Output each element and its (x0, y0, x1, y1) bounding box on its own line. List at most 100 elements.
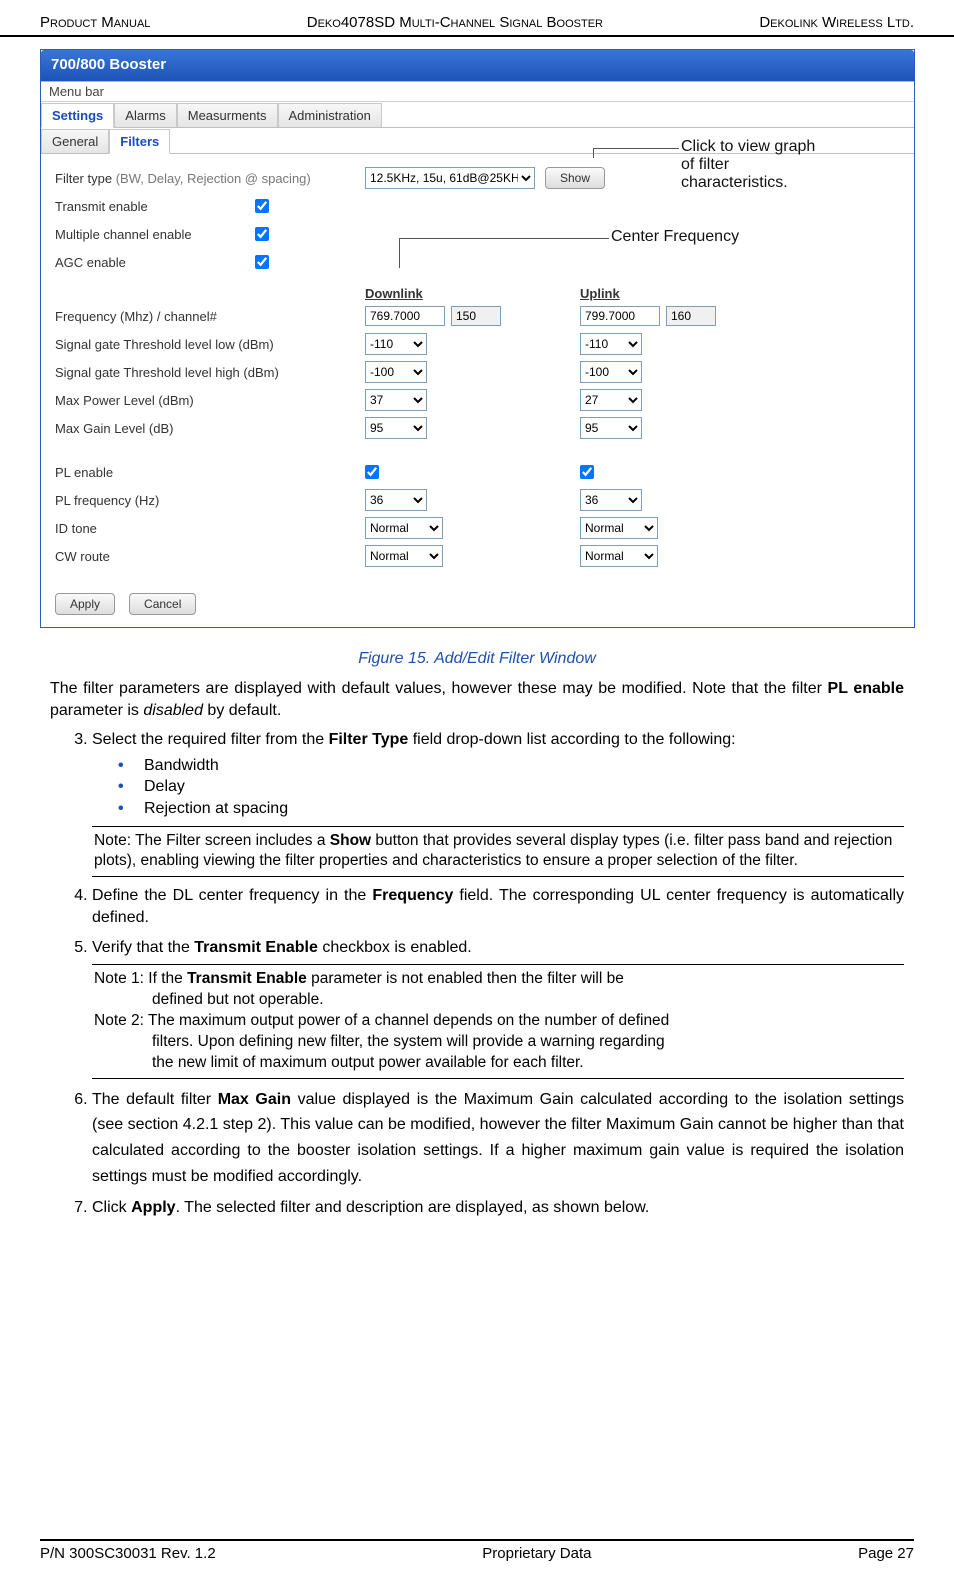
step-5: Verify that the Transmit Enable checkbox… (92, 937, 904, 1079)
page-footer: P/N 300SC30031 Rev. 1.2 Proprietary Data… (40, 1539, 914, 1562)
footer-left: P/N 300SC30031 Rev. 1.2 (40, 1545, 216, 1562)
hdr-left: Product Manual (40, 14, 150, 31)
dl-id-tone-select[interactable]: Normal (365, 517, 443, 539)
tab-measurements[interactable]: Measurments (177, 103, 278, 127)
agc-enable-checkbox[interactable] (255, 255, 269, 269)
max-power-row: Max Power Level (dBm) 37 27 (55, 387, 900, 413)
para1e: by default. (203, 702, 281, 719)
ul-sig-low-select[interactable]: -110 (580, 333, 642, 355)
step3b: Filter Type (329, 731, 409, 748)
n2l1a: Note 1: If the (94, 970, 187, 987)
max-power-label: Max Power Level (dBm) (55, 393, 365, 408)
apply-button[interactable]: Apply (55, 593, 115, 615)
ul-max-gain-select[interactable]: 95 (580, 417, 642, 439)
ul-sig-high-select[interactable]: -100 (580, 361, 642, 383)
bullets: Bandwidth Delay Rejection at spacing (118, 755, 904, 820)
steps-list: Select the required filter from the Filt… (92, 729, 904, 1219)
para1d: disabled (143, 702, 203, 719)
step-6: The default filter Max Gain value displa… (92, 1087, 904, 1189)
ul-pl-enable-checkbox[interactable] (580, 465, 594, 479)
bullet-rejection: Rejection at spacing (118, 798, 904, 820)
n2l1c: parameter is not enabled then the filter… (307, 970, 624, 987)
dl-sig-high-select[interactable]: -100 (365, 361, 427, 383)
sig-high-row: Signal gate Threshold level high (dBm) -… (55, 359, 900, 385)
column-headers: Downlink Uplink (55, 286, 900, 301)
callout-show-line (593, 148, 679, 149)
step4a: Define the DL center frequency in the (92, 887, 372, 904)
dl-cw-route-select[interactable]: Normal (365, 545, 443, 567)
dl-max-power-select[interactable]: 37 (365, 389, 427, 411)
n2l2c: the new limit of maximum output power av… (94, 1053, 902, 1074)
dl-channel-input[interactable] (451, 306, 501, 326)
n2l1d: defined but not operable. (94, 990, 902, 1011)
frequency-label: Frequency (Mhz) / channel# (55, 309, 365, 324)
pl-enable-label: PL enable (55, 465, 365, 480)
ul-id-tone-select[interactable]: Normal (580, 517, 658, 539)
para1a: The filter parameters are displayed with… (50, 680, 828, 697)
para1c: parameter is (50, 702, 143, 719)
step4b: Frequency (372, 887, 453, 904)
subtab-filters[interactable]: Filters (109, 129, 170, 154)
ul-channel-input[interactable] (666, 306, 716, 326)
dl-pl-enable-checkbox[interactable] (365, 465, 379, 479)
callout-show-tick (593, 148, 594, 158)
transmit-enable-checkbox[interactable] (255, 199, 269, 213)
step3a: Select the required filter from the (92, 731, 329, 748)
show-button[interactable]: Show (545, 167, 605, 189)
subtab-general[interactable]: General (41, 129, 109, 153)
tab-alarms[interactable]: Alarms (114, 103, 176, 127)
filter-type-label: Filter type (BW, Delay, Rejection @ spac… (55, 171, 365, 186)
bullet-bandwidth: Bandwidth (118, 755, 904, 777)
step6b: Max Gain (218, 1091, 291, 1108)
sig-low-label: Signal gate Threshold level low (dBm) (55, 337, 365, 352)
main-tabs: Settings Alarms Measurments Administrati… (41, 102, 914, 128)
callout-show-line1: Click to view graph (681, 138, 911, 156)
figure-caption: Figure 15. Add/Edit Filter Window (0, 650, 954, 668)
callout-center-freq: Center Frequency (611, 228, 739, 246)
filter-type-select[interactable]: 12.5KHz, 15u, 61dB@25KHz (365, 167, 535, 189)
footer-right: Page 27 (858, 1545, 914, 1562)
page-header: Product Manual Deko4078SD Multi-Channel … (0, 0, 954, 37)
note1a: Note: The Filter screen includes a (94, 832, 330, 849)
transmit-enable-label: Transmit enable (55, 199, 255, 214)
callout-cf-line (399, 238, 609, 239)
cw-route-label: CW route (55, 549, 365, 564)
transmit-enable-row: Transmit enable (55, 194, 900, 218)
footer-center: Proprietary Data (482, 1545, 591, 1562)
filter-form: Filter type (BW, Delay, Rejection @ spac… (41, 154, 914, 583)
ul-max-power-select[interactable]: 27 (580, 389, 642, 411)
dl-frequency-input[interactable] (365, 306, 445, 326)
step6a: The default filter (92, 1091, 218, 1108)
step5c: checkbox is enabled. (318, 939, 472, 956)
note-show: Note: The Filter screen includes a Show … (92, 826, 904, 878)
hdr-right: Dekolink Wireless Ltd. (759, 14, 914, 31)
tab-administration[interactable]: Administration (278, 103, 382, 127)
cancel-button[interactable]: Cancel (129, 593, 196, 615)
dl-sig-low-select[interactable]: -110 (365, 333, 427, 355)
dl-pl-freq-select[interactable]: 36 (365, 489, 427, 511)
callout-show-line2: of filter (681, 156, 911, 174)
downlink-header: Downlink (365, 286, 580, 301)
ul-pl-freq-select[interactable]: 36 (580, 489, 642, 511)
n2l2a: Note 2: The maximum output power of a ch… (94, 1011, 902, 1032)
step7c: . The selected filter and description ar… (176, 1199, 650, 1216)
pl-freq-label: PL frequency (Hz) (55, 493, 365, 508)
note-transmit: Note 1: If the Transmit Enable parameter… (92, 964, 904, 1079)
filter-type-label-text: Filter type (55, 171, 112, 186)
callout-show-line3: characteristics. (681, 174, 911, 192)
step7a: Click (92, 1199, 131, 1216)
sig-low-row: Signal gate Threshold level low (dBm) -1… (55, 331, 900, 357)
cw-route-row: CW route Normal Normal (55, 543, 900, 569)
para1b: PL enable (828, 680, 904, 697)
ul-frequency-input[interactable] (580, 306, 660, 326)
multiple-channel-enable-checkbox[interactable] (255, 227, 269, 241)
ul-cw-route-select[interactable]: Normal (580, 545, 658, 567)
frequency-row: Frequency (Mhz) / channel# (55, 303, 900, 329)
tab-settings[interactable]: Settings (41, 103, 114, 128)
callout-cf-tick (399, 238, 400, 268)
uplink-header: Uplink (580, 286, 795, 301)
step5a: Verify that the (92, 939, 194, 956)
pl-enable-row: PL enable (55, 459, 900, 485)
id-tone-row: ID tone Normal Normal (55, 515, 900, 541)
dl-max-gain-select[interactable]: 95 (365, 417, 427, 439)
